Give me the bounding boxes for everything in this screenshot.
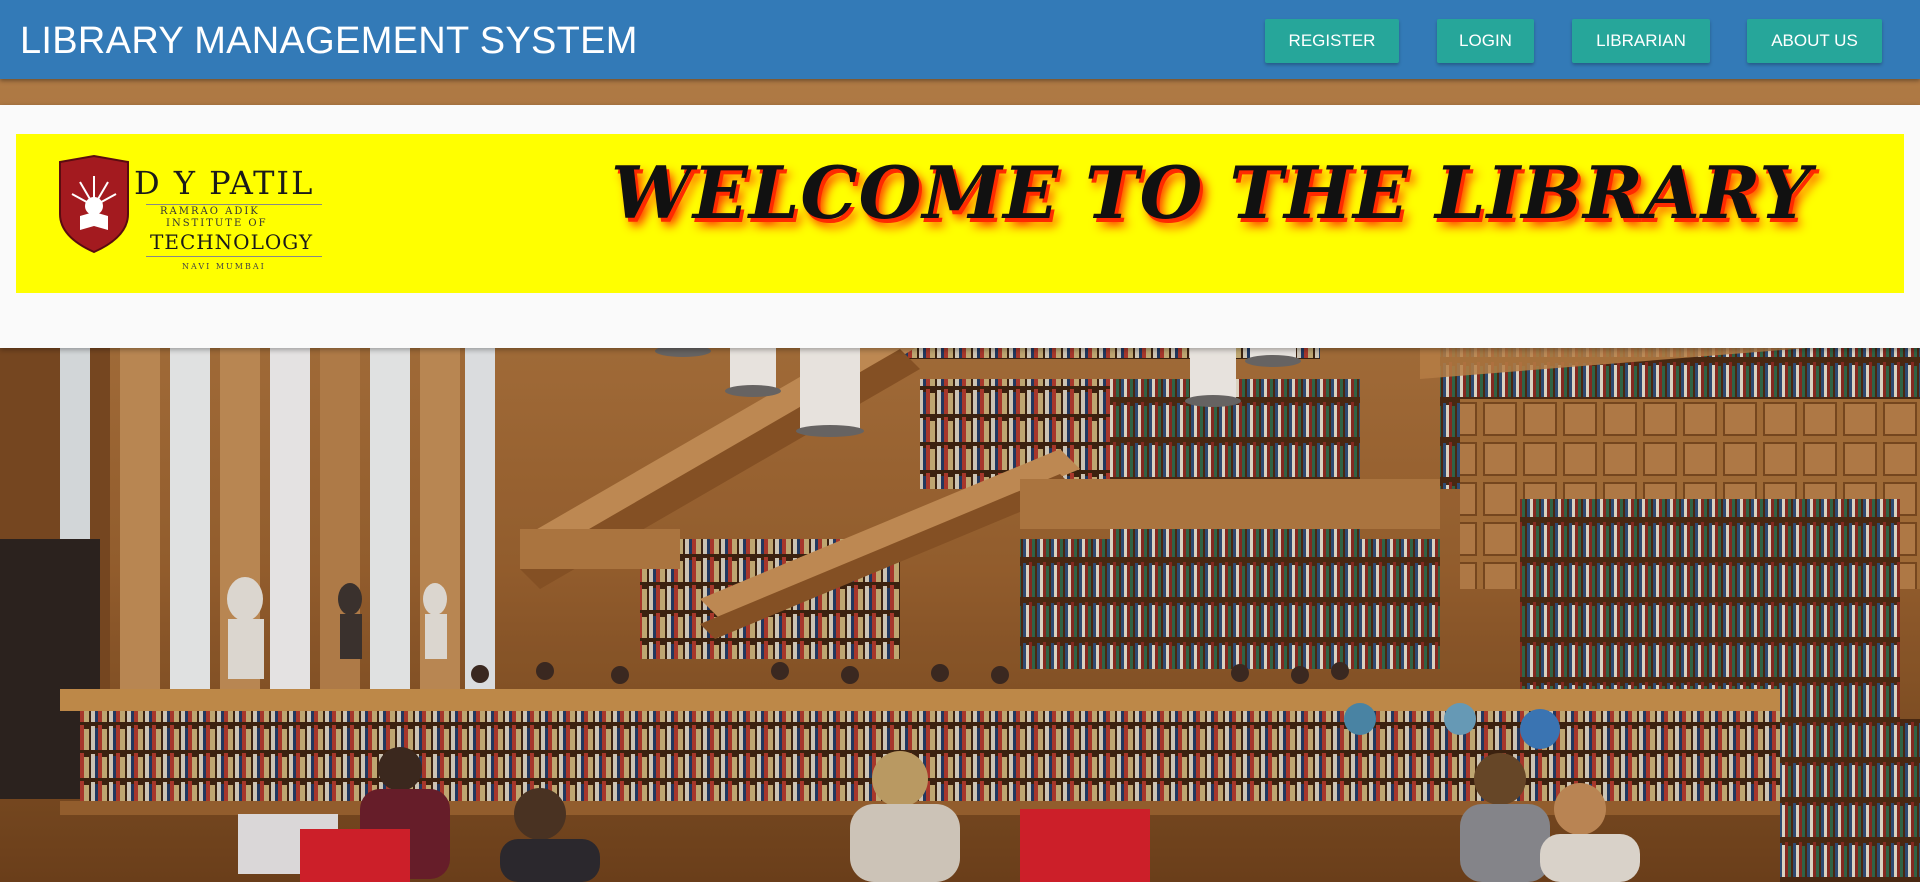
login-button[interactable]: LOGIN (1437, 19, 1534, 63)
logo-line-2: INSTITUTE OF (166, 218, 268, 229)
top-navbar: LIBRARY MANAGEMENT SYSTEM REGISTER LOGIN… (0, 0, 1920, 79)
welcome-heading: WELCOME TO THE LIBRARY (611, 150, 1812, 235)
register-button[interactable]: REGISTER (1265, 19, 1399, 63)
shield-icon (59, 154, 129, 254)
college-logo: D Y PATIL RAMRAO ADIK INSTITUTE OF TECHN… (40, 154, 322, 276)
logo-line-3: TECHNOLOGY (150, 230, 314, 254)
app-title[interactable]: LIBRARY MANAGEMENT SYSTEM (20, 19, 638, 63)
logo-divider-2 (146, 256, 322, 257)
logo-divider (146, 204, 322, 205)
librarian-button[interactable]: LIBRARIAN (1572, 19, 1710, 63)
about-us-button[interactable]: ABOUT US (1747, 19, 1882, 63)
logo-name: D Y PATIL (134, 164, 315, 202)
logo-line-1: RAMRAO ADIK (160, 206, 260, 217)
welcome-banner: D Y PATIL RAMRAO ADIK INSTITUTE OF TECHN… (16, 134, 1904, 293)
logo-line-4: NAVI MUMBAI (182, 262, 266, 271)
header-card: D Y PATIL RAMRAO ADIK INSTITUTE OF TECHN… (0, 105, 1920, 348)
